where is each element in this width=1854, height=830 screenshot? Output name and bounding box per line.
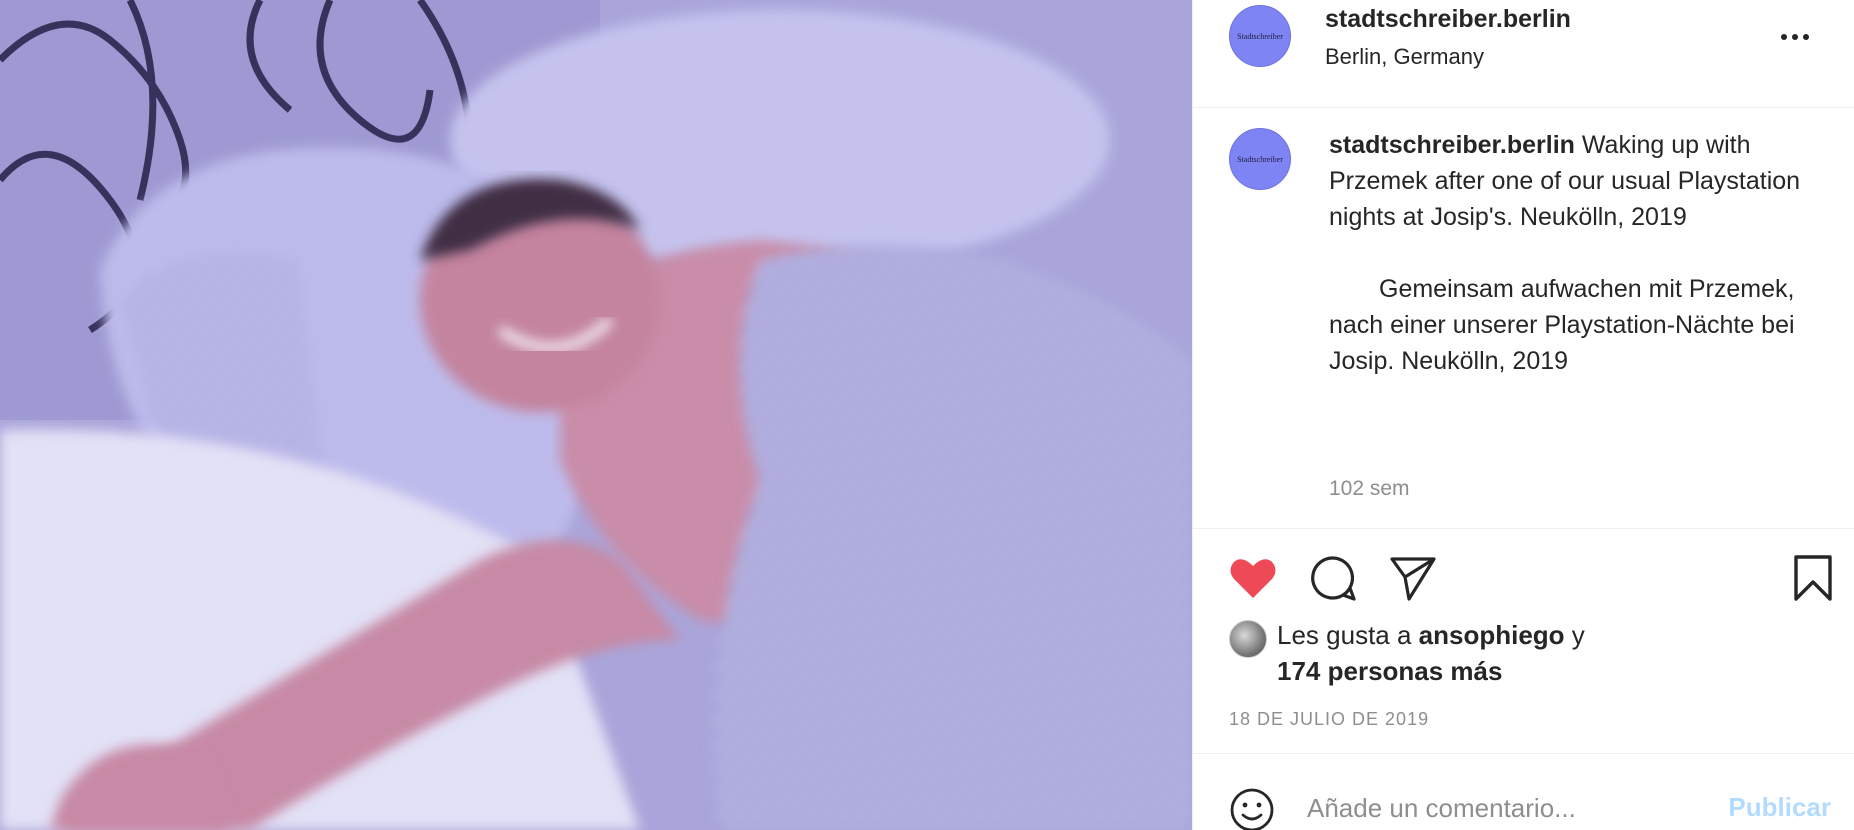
heart-filled-icon bbox=[1230, 559, 1276, 598]
author-username[interactable]: stadtschreiber.berlin bbox=[1325, 5, 1571, 34]
post-header: Stadtschreiber stadtschreiber.berlin Ber… bbox=[1193, 0, 1854, 108]
liker-username[interactable]: ansophiego bbox=[1419, 620, 1565, 650]
paper-plane-icon bbox=[1390, 557, 1436, 601]
save-button[interactable] bbox=[1785, 550, 1841, 606]
comment-button[interactable] bbox=[1305, 550, 1361, 606]
caption-text: stadtschreiber.berlin Waking up with Prz… bbox=[1329, 127, 1834, 379]
author-avatar[interactable]: Stadtschreiber bbox=[1229, 5, 1291, 67]
post-date[interactable]: 18 DE JULIO DE 2019 bbox=[1229, 709, 1429, 730]
more-options-button[interactable] bbox=[1775, 22, 1815, 52]
avatar-text: Stadtschreiber bbox=[1237, 31, 1283, 41]
smiley-icon bbox=[1230, 788, 1274, 830]
share-button[interactable] bbox=[1385, 550, 1441, 606]
caption-text-de: Gemeinsam aufwachen mit Przemek, nach ei… bbox=[1329, 275, 1802, 375]
post-photo[interactable] bbox=[0, 0, 1192, 830]
more-dots-icon bbox=[1781, 34, 1809, 40]
liker-avatar[interactable] bbox=[1229, 620, 1267, 658]
time-ago[interactable]: 102 sem bbox=[1329, 477, 1410, 501]
comment-bar: Publicar bbox=[1193, 753, 1854, 830]
comment-bubble-icon bbox=[1311, 556, 1356, 601]
like-button[interactable] bbox=[1225, 550, 1281, 606]
post-location[interactable]: Berlin, Germany bbox=[1325, 44, 1484, 70]
likes-summary: Les gusta a ansophiego y 174 personas má… bbox=[1229, 618, 1829, 698]
post-side-panel: Stadtschreiber stadtschreiber.berlin Ber… bbox=[1192, 0, 1854, 830]
publish-button[interactable]: Publicar bbox=[1728, 792, 1831, 823]
caption-area: Stadtschreiber stadtschreiber.berlin Wak… bbox=[1193, 109, 1854, 529]
post-photo-illustration bbox=[0, 0, 1192, 830]
bookmark-icon bbox=[1794, 555, 1832, 601]
likes-others-link[interactable]: 174 personas más bbox=[1277, 656, 1502, 687]
caption-avatar[interactable]: Stadtschreiber bbox=[1229, 128, 1291, 190]
emoji-button[interactable] bbox=[1229, 787, 1275, 830]
likes-line: Les gusta a ansophiego y bbox=[1277, 620, 1585, 651]
likes-connector: y bbox=[1564, 620, 1585, 650]
caption-username[interactable]: stadtschreiber.berlin bbox=[1329, 131, 1575, 159]
likes-prefix: Les gusta a bbox=[1277, 620, 1419, 650]
action-bar bbox=[1193, 550, 1854, 610]
comment-input[interactable] bbox=[1307, 788, 1707, 828]
avatar-text: Stadtschreiber bbox=[1237, 154, 1283, 164]
